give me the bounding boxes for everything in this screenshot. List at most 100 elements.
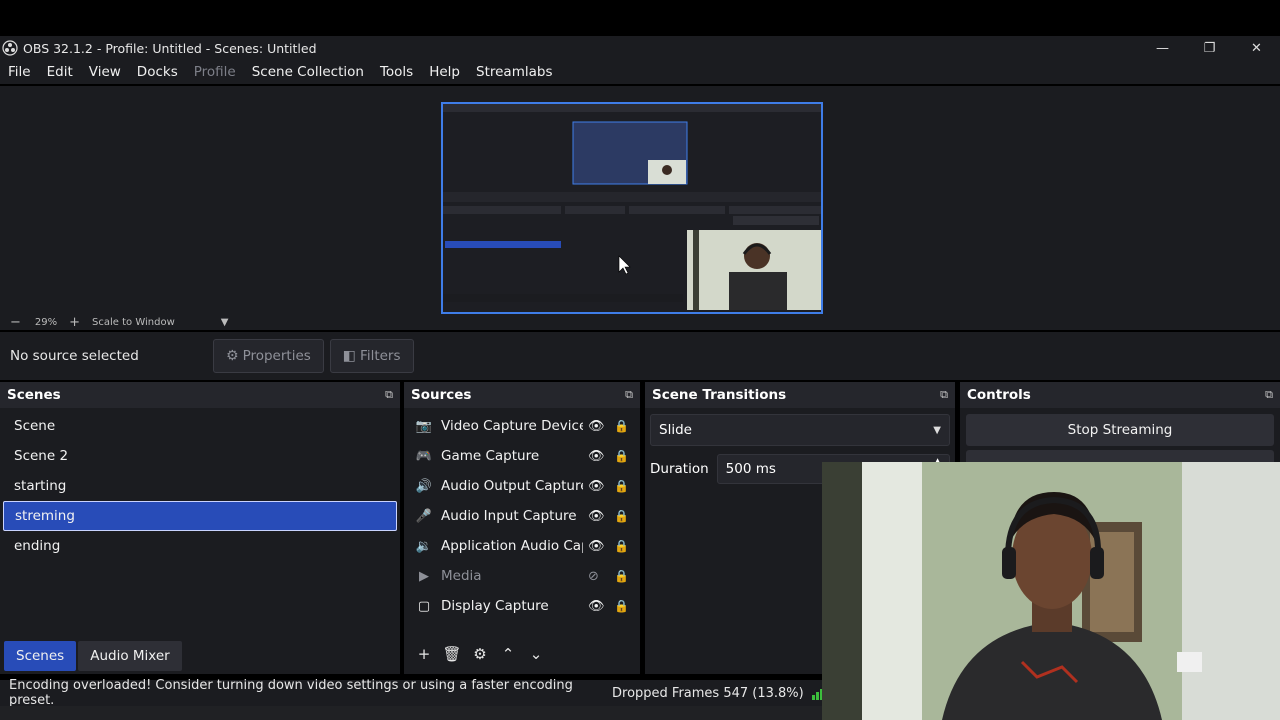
eye-hidden-icon[interactable]: ⊘: [588, 569, 599, 584]
source-name: Display Capture: [441, 598, 549, 614]
scale-mode[interactable]: Scale to Window: [92, 317, 175, 328]
menu-view[interactable]: View: [89, 64, 121, 80]
scenes-list: Scene Scene 2 starting streming ending: [0, 408, 400, 636]
dropped-frames: Dropped Frames 547 (13.8%): [612, 685, 804, 701]
source-item[interactable]: ▢ Display Capture 👁 🔒: [404, 591, 640, 621]
scene-item-selected[interactable]: streming: [3, 501, 397, 531]
minimize-button[interactable]: —: [1139, 36, 1186, 60]
filters-button[interactable]: ◧ Filters: [329, 339, 414, 373]
source-item[interactable]: 🔊 Audio Output Capture 👁 🔒: [404, 471, 640, 501]
scenes-dock-header: Scenes ⧉: [0, 382, 400, 408]
menu-edit[interactable]: Edit: [47, 64, 73, 80]
source-name: Media: [441, 568, 482, 584]
menu-profile[interactable]: Profile: [194, 64, 236, 80]
trash-icon[interactable]: 🗑: [438, 645, 466, 663]
move-down-icon[interactable]: ⌄: [522, 645, 550, 663]
scene-item[interactable]: ending: [3, 531, 397, 561]
preview-canvas[interactable]: [441, 102, 823, 314]
source-item[interactable]: 🎤 Audio Input Capture 👁 🔒: [404, 501, 640, 531]
top-black-bar: [0, 0, 1280, 36]
lock-icon[interactable]: 🔒: [614, 569, 629, 583]
controls-dock-header: Controls ⧉: [960, 382, 1280, 408]
lock-icon[interactable]: 🔒: [614, 419, 629, 433]
sources-list: 📷 Video Capture Device 2 👁 🔒 🎮 Game Capt…: [404, 408, 640, 638]
transitions-dock-title: Scene Transitions: [652, 387, 787, 403]
close-button[interactable]: ✕: [1233, 36, 1280, 60]
no-source-label: No source selected: [10, 348, 139, 364]
menu-file[interactable]: File: [8, 64, 31, 80]
source-name: Audio Input Capture: [441, 508, 577, 524]
title-bar: OBS 32.1.2 - Profile: Untitled - Scenes:…: [0, 36, 1280, 60]
camera-icon: 📷: [415, 418, 433, 434]
zoom-bar: − 29% + Scale to Window ▼: [0, 314, 1280, 330]
add-source-button[interactable]: +: [410, 645, 438, 663]
zoom-out-button[interactable]: −: [10, 315, 21, 330]
menu-scene-collection[interactable]: Scene Collection: [252, 64, 364, 80]
source-name: Application Audio Captu: [441, 538, 583, 554]
obs-logo-icon: [2, 40, 18, 56]
tab-scenes[interactable]: Scenes: [4, 641, 77, 671]
bottom-tabs: Scenes Audio Mixer: [0, 640, 400, 672]
stop-streaming-button[interactable]: Stop Streaming: [966, 414, 1274, 446]
play-icon: ▶: [419, 568, 429, 584]
undock-icon[interactable]: ⧉: [385, 388, 393, 402]
source-name: Video Capture Device 2: [441, 418, 583, 434]
source-toolbar: No source selected ⚙ Properties ◧ Filter…: [0, 332, 1280, 380]
microphone-icon: 🎤: [415, 508, 433, 524]
tab-audio-mixer[interactable]: Audio Mixer: [78, 641, 182, 671]
restore-button[interactable]: ❐: [1186, 36, 1233, 60]
filters-label: Filters: [360, 348, 401, 364]
lock-icon[interactable]: 🔒: [614, 509, 629, 523]
monitor-icon: ▢: [417, 598, 431, 614]
move-up-icon[interactable]: ⌃: [494, 645, 522, 663]
sources-footer: + 🗑 ⚙ ⌃ ⌄: [404, 638, 640, 670]
window-title: OBS 32.1.2 - Profile: Untitled - Scenes:…: [23, 40, 317, 56]
undock-icon[interactable]: ⧉: [625, 388, 633, 402]
menu-help[interactable]: Help: [429, 64, 460, 80]
source-item[interactable]: 🔉 Application Audio Captu 👁 🔒: [404, 531, 640, 561]
eye-icon[interactable]: 👁: [588, 479, 605, 494]
eye-icon[interactable]: 👁: [588, 509, 605, 524]
eye-icon[interactable]: 👁: [588, 419, 605, 434]
zoom-level: 29%: [34, 316, 58, 328]
lock-icon[interactable]: 🔒: [614, 449, 629, 463]
properties-button[interactable]: ⚙ Properties: [213, 339, 324, 373]
undock-icon[interactable]: ⧉: [1265, 388, 1273, 402]
chevron-down-icon[interactable]: ▼: [221, 317, 229, 328]
source-item[interactable]: 🎮 Game Capture 👁 🔒: [404, 441, 640, 471]
gear-icon: ⚙: [226, 348, 239, 364]
menu-docks[interactable]: Docks: [137, 64, 178, 80]
lock-icon[interactable]: 🔒: [614, 479, 629, 493]
eye-icon[interactable]: 👁: [588, 599, 605, 614]
scene-item[interactable]: Scene 2: [3, 441, 397, 471]
transitions-dock-header: Scene Transitions ⧉: [645, 382, 955, 408]
scenes-dock-title: Scenes: [7, 387, 61, 403]
duration-value: 500 ms: [725, 461, 776, 477]
menu-tools[interactable]: Tools: [380, 64, 413, 80]
filter-icon: ◧: [342, 348, 357, 364]
lock-icon[interactable]: 🔒: [614, 539, 629, 553]
gear-icon[interactable]: ⚙: [466, 645, 494, 663]
transition-value: Slide: [659, 422, 692, 438]
eye-icon[interactable]: 👁: [588, 449, 605, 464]
eye-icon[interactable]: 👁: [588, 539, 605, 554]
duration-label: Duration: [650, 461, 709, 477]
lock-icon[interactable]: 🔒: [614, 599, 629, 613]
scene-item[interactable]: Scene: [3, 411, 397, 441]
chevron-down-icon: ▼: [933, 424, 941, 436]
sources-dock: Sources ⧉ 📷 Video Capture Device 2 👁 🔒 🎮…: [404, 382, 640, 674]
zoom-in-button[interactable]: +: [69, 315, 80, 330]
speaker-icon: 🔊: [415, 478, 433, 494]
app-audio-icon: 🔉: [415, 538, 433, 554]
sources-dock-header: Sources ⧉: [404, 382, 640, 408]
source-item[interactable]: 📷 Video Capture Device 2 👁 🔒: [404, 411, 640, 441]
menu-bar: File Edit View Docks Profile Scene Colle…: [0, 60, 1280, 84]
sources-dock-title: Sources: [411, 387, 472, 403]
source-name: Audio Output Capture: [441, 478, 583, 494]
undock-icon[interactable]: ⧉: [940, 388, 948, 402]
scenes-dock: Scenes ⧉ Scene Scene 2 starting streming…: [0, 382, 400, 674]
source-item-hidden[interactable]: ▶ Media ⊘ 🔒: [404, 561, 640, 591]
scene-item[interactable]: starting: [3, 471, 397, 501]
menu-streamlabs[interactable]: Streamlabs: [476, 64, 552, 80]
transition-select[interactable]: Slide ▼: [650, 414, 950, 446]
